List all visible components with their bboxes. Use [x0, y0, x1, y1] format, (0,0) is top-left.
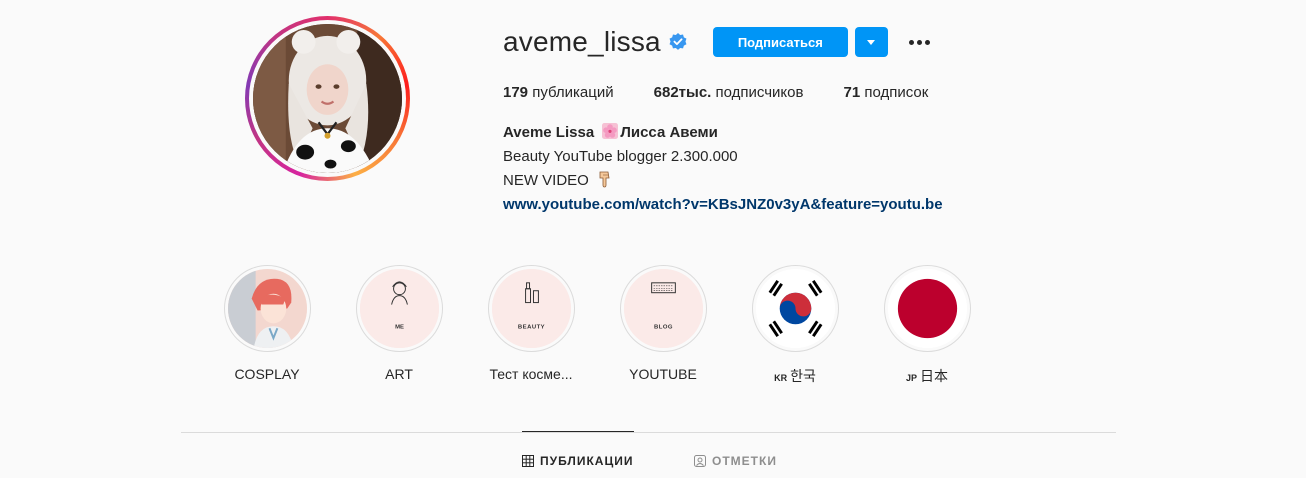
following-count: 71 [843, 84, 861, 101]
profile-title-row: aveme_lissa Подписаться [503, 22, 968, 62]
tab-label: ОТМЕТКИ [712, 454, 777, 468]
suggestions-dropdown-button[interactable] [854, 27, 888, 57]
username: aveme_lissa [503, 26, 661, 57]
bio-name-line: Aveme Lissa Лисса Авеми [503, 121, 968, 145]
avatar[interactable] [253, 24, 402, 173]
dot-icon [916, 39, 922, 45]
highlight-art[interactable]: ME ART [339, 265, 459, 382]
girl-sketch-icon: ME [359, 269, 439, 348]
following-label: подписок [864, 84, 929, 101]
lipstick-icon: BEAUTY [491, 269, 571, 348]
highlight-label: YOUTUBE [629, 366, 697, 382]
highlight-caption: BLOG [653, 324, 672, 330]
highlight-ring: ME [355, 265, 443, 352]
keyboard-icon: BLOG [623, 269, 703, 348]
avatar-photo [253, 24, 402, 173]
bio-link[interactable]: www.youtube.com/watch?v=KBsJNZ0v3yA&feat… [503, 196, 943, 213]
more-options-button[interactable] [908, 27, 930, 57]
grid-icon [522, 455, 534, 467]
profile-info: aveme_lissa Подписаться 179 публикаций 6… [503, 22, 968, 217]
highlight-youtube[interactable]: BLOG YOUTUBE [603, 265, 723, 382]
country-code: JP [905, 373, 917, 383]
profile-bio: Aveme Lissa Лисса Авеми Beauty YouTube b… [503, 121, 968, 217]
followers-stat[interactable]: 682тыс. подписчиков [654, 84, 804, 101]
full-name-cyrillic: Лисса Авеми [620, 124, 718, 141]
cherry-blossom-icon [602, 123, 619, 139]
full-name: Aveme Lissa [503, 124, 595, 141]
japan-flag-icon [887, 269, 967, 348]
highlight-ring [751, 265, 839, 352]
followers-label: подписчиков [715, 84, 804, 101]
highlight-label: 한국 [790, 368, 816, 384]
highlight-label: Тест космe... [489, 366, 573, 382]
profile-avatar-ring[interactable] [245, 16, 410, 181]
highlight-label: 日本 [920, 368, 948, 384]
tagged-user-icon [694, 455, 706, 467]
highlight-label: COSPLAY [234, 366, 300, 382]
country-code: KR [774, 373, 788, 383]
posts-count: 179 [503, 84, 529, 101]
tab-label: ПУБЛИКАЦИИ [540, 454, 634, 468]
highlight-japan[interactable]: JP 日本 [867, 265, 987, 386]
tab-posts[interactable]: ПУБЛИКАЦИИ [522, 454, 633, 468]
highlight-label: ART [385, 366, 413, 382]
posts-label: публикаций [532, 84, 614, 101]
chevron-down-icon [867, 39, 876, 45]
following-stat[interactable]: 71 подписок [843, 84, 928, 101]
bio-line: Beauty YouTube blogger 2.300.000 [503, 148, 738, 165]
bio-line-video: NEW VIDEO [503, 169, 968, 193]
highlight-caption: BEAUTY [517, 324, 544, 330]
pointing-down-hand-icon [597, 170, 612, 188]
followers-count: 682тыс. [653, 84, 712, 101]
highlight-ring [883, 265, 971, 352]
dot-icon [924, 39, 930, 45]
verified-badge-icon [669, 33, 687, 51]
profile-stats: 179 публикаций 682тыс. подписчиков 71 по… [503, 84, 968, 101]
highlight-korea[interactable]: KR 한국 [735, 265, 855, 386]
avatar-border [249, 20, 406, 177]
bio-line: NEW VIDEO [503, 172, 589, 189]
tabs-divider [181, 432, 1116, 433]
highlight-cosplay[interactable]: COSPLAY [207, 265, 327, 382]
dot-icon [908, 39, 914, 45]
highlight-ring [223, 265, 311, 352]
highlight-ring: BLOG [619, 265, 707, 352]
active-tab-indicator [522, 431, 634, 432]
tab-tagged[interactable]: ОТМЕТКИ [694, 454, 777, 468]
highlight-caption: ME [395, 324, 404, 330]
follow-button[interactable]: Подписаться [712, 27, 848, 57]
highlight-beauty[interactable]: BEAUTY Тест космe... [471, 265, 591, 382]
highlight-label-wrap: JP 日本 [867, 366, 987, 386]
cosplay-anime-portrait-icon [227, 269, 307, 348]
posts-stat: 179 публикаций [503, 84, 614, 101]
korea-flag-icon [755, 269, 835, 348]
highlight-ring: BEAUTY [487, 265, 575, 352]
highlight-label-wrap: KR 한국 [735, 366, 855, 386]
